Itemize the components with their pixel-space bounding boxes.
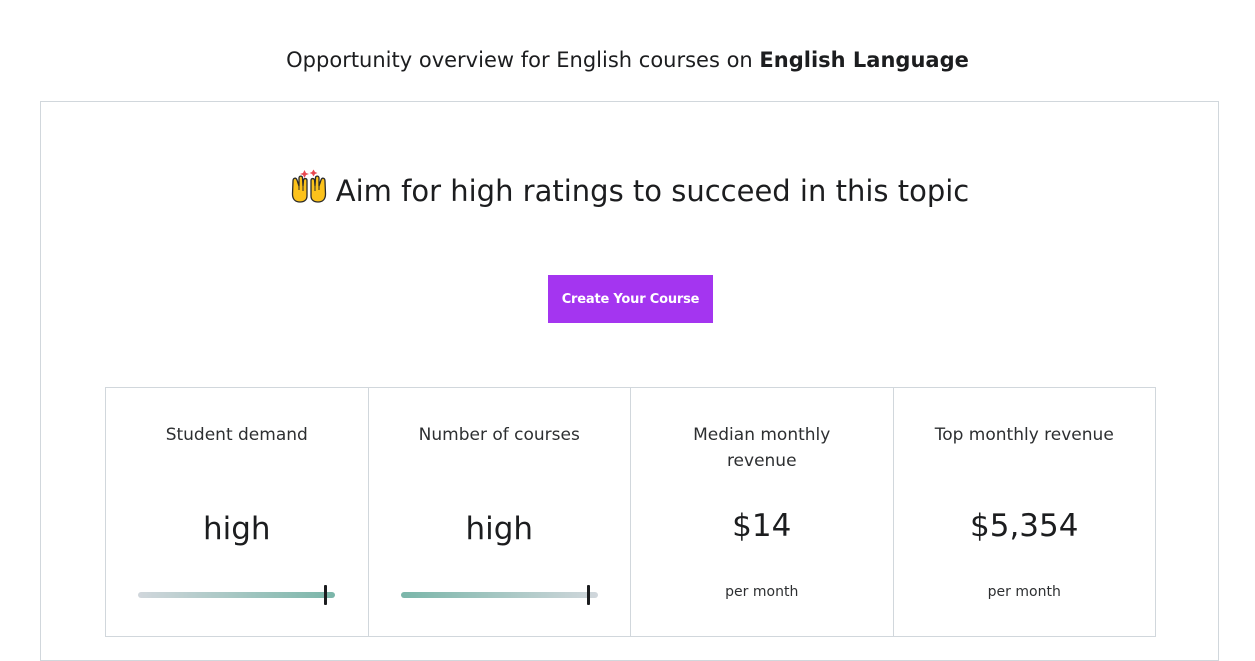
headline-text: Aim for high ratings to succeed in this …	[335, 174, 970, 208]
metrics-grid: Student demand high Number of courses hi…	[105, 387, 1156, 637]
metric-label: Student demand	[165, 425, 308, 445]
metric-sub: per month	[987, 584, 1061, 600]
metric-value: $14	[732, 508, 792, 544]
metric-top-revenue: Top monthly revenue $5,354 per month	[894, 388, 1156, 636]
headline: Aim for high ratings to succeed in this …	[41, 169, 1218, 214]
page-title: Opportunity overview for English courses…	[0, 44, 1255, 76]
page-title-prefix: Opportunity overview for English courses…	[286, 48, 760, 72]
metric-value: $5,354	[970, 508, 1079, 544]
metric-label: Number of courses	[418, 425, 580, 445]
metric-value: high	[202, 511, 271, 547]
metric-number-of-courses: Number of courses high	[369, 388, 631, 636]
metric-label: Median monthly revenue	[693, 425, 831, 471]
gauge-marker	[324, 585, 327, 605]
create-course-button[interactable]: Create Your Course	[548, 275, 713, 323]
page-title-topic: English Language	[759, 48, 969, 72]
metric-value: high	[465, 511, 534, 547]
metric-student-demand: Student demand high	[106, 388, 369, 636]
courses-gauge	[400, 585, 598, 605]
opportunity-panel: Aim for high ratings to succeed in this …	[40, 101, 1219, 661]
metric-median-revenue: Median monthly revenue $14 per month	[631, 388, 894, 636]
demand-gauge	[138, 585, 335, 605]
metric-sub: per month	[725, 584, 799, 600]
raising-hands-icon	[290, 169, 328, 211]
metric-label: Top monthly revenue	[934, 425, 1114, 445]
gauge-marker	[586, 585, 590, 605]
